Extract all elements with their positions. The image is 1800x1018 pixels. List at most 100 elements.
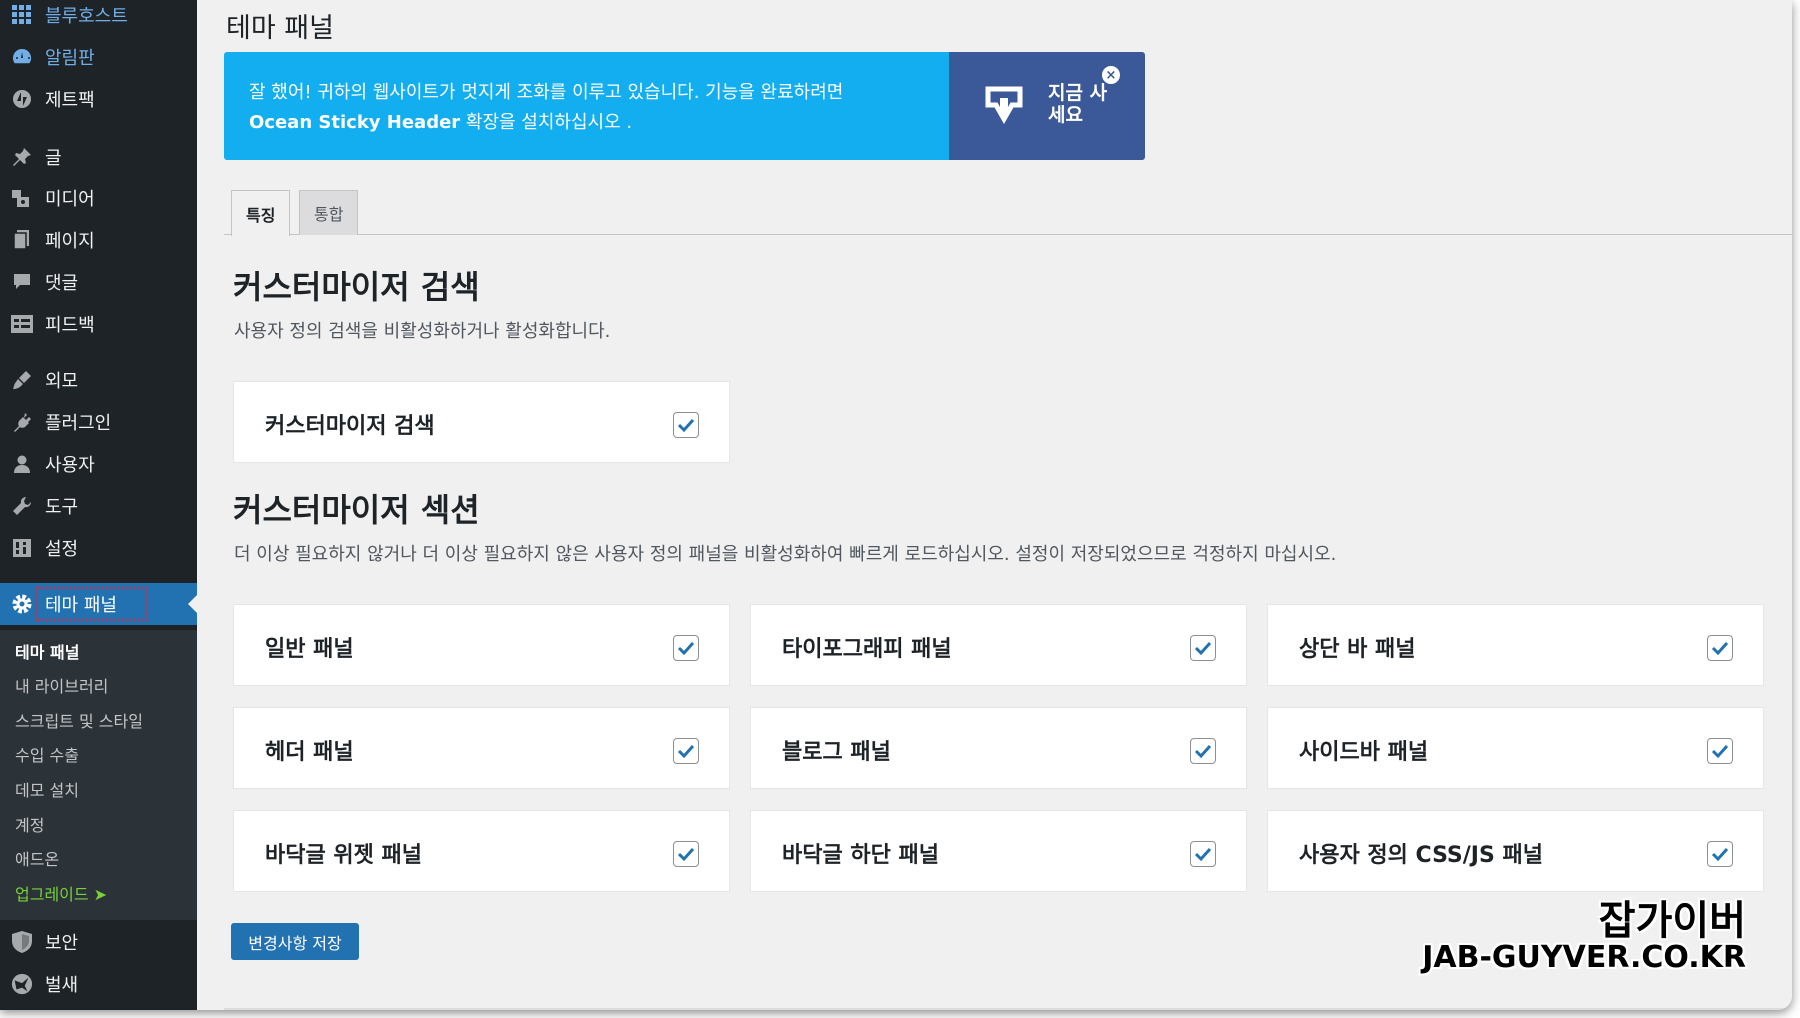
- watermark-korean: 잡가이버: [1598, 898, 1746, 944]
- sidebar-item-jetpack[interactable]: 제트팩: [0, 81, 197, 117]
- submenu-item-upgrade[interactable]: 업그레이드 ➤: [15, 881, 107, 905]
- sidebar-item-label: 페이지: [45, 231, 95, 252]
- customizer-sections-title: 커스터마이저 섹션: [233, 491, 480, 529]
- grid-icon: [11, 4, 33, 26]
- sidebar-item-plugins[interactable]: 플러그인: [0, 404, 197, 440]
- option-label: 타이포그래피 패널: [782, 637, 952, 662]
- promo-banner: 잘 했어! 귀하의 웹사이트가 멋지게 조화를 이루고 있습니다. 기능을 완료…: [224, 52, 1145, 160]
- tab-features[interactable]: 특징: [231, 190, 291, 236]
- buy-now-line2: 세요: [1048, 104, 1083, 126]
- sidebar-item-media[interactable]: 미디어: [0, 180, 197, 216]
- promo-message: 잘 했어! 귀하의 웹사이트가 멋지게 조화를 이루고 있습니다. 기능을 완료…: [224, 52, 949, 160]
- shield-icon: [11, 931, 33, 953]
- sidebar-item-label: 미디어: [45, 189, 95, 210]
- tab-bar: 특징 통합: [224, 190, 1792, 236]
- option-card-footer-widgets: 바닥글 위젯 패널: [233, 810, 730, 892]
- promo-line2-wrap: Ocean Sticky Header 확장을 설치하십시오 .: [249, 108, 924, 138]
- checkmark-icon: [1194, 847, 1212, 862]
- option-card-customizer-search: 커스터마이저 검색: [233, 381, 730, 463]
- sidebar-item-pages[interactable]: 페이지: [0, 222, 197, 258]
- close-icon[interactable]: ×: [1102, 66, 1120, 84]
- option-label: 바닥글 위젯 패널: [265, 843, 422, 868]
- sidebar-item-label: 피드백: [45, 315, 95, 336]
- promo-product[interactable]: Ocean Sticky Header: [249, 112, 460, 133]
- sidebar-item-label: 제트팩: [45, 90, 95, 111]
- sidebar-item-tools[interactable]: 도구: [0, 488, 197, 524]
- sidebar-item-settings[interactable]: 설정: [0, 530, 197, 566]
- promo-line2: 확장을 설치하십시오 .: [460, 112, 633, 133]
- gear-icon: [11, 593, 33, 615]
- save-changes-button[interactable]: 변경사항 저장: [231, 923, 359, 960]
- jetpack-icon: [11, 88, 33, 110]
- sidebar-item-feedback[interactable]: 피드백: [0, 306, 197, 342]
- sidebar-item-label: 도구: [45, 497, 79, 518]
- submenu-item-addons[interactable]: 애드온: [15, 846, 59, 870]
- sidebar-item-label: 알림판: [45, 48, 95, 69]
- checkbox-blog-panel[interactable]: [1190, 738, 1216, 764]
- option-label: 상단 바 패널: [1299, 637, 1416, 662]
- submenu-item-account[interactable]: 계정: [15, 812, 44, 836]
- submenu-item-theme-panel[interactable]: 테마 패널: [15, 639, 79, 663]
- option-label: 일반 패널: [265, 637, 354, 662]
- checkbox-sidebar-panel[interactable]: [1707, 738, 1733, 764]
- checkbox-top-bar-panel[interactable]: [1707, 635, 1733, 661]
- option-card-top-bar: 상단 바 패널: [1267, 604, 1764, 686]
- plugin-icon: [11, 411, 33, 433]
- checkbox-footer-bottom-panel[interactable]: [1190, 841, 1216, 867]
- sidebar-item-theme-panel[interactable]: 테마 패널: [0, 583, 197, 625]
- main-content: 테마 패널 잘 했어! 귀하의 웹사이트가 멋지게 조화를 이루고 있습니다. …: [197, 0, 1792, 1010]
- buy-now-line1: 지금 사: [1048, 82, 1108, 104]
- comment-icon: [11, 271, 33, 293]
- feedback-icon: [11, 313, 33, 335]
- submenu-item-import-export[interactable]: 수입 수출: [15, 742, 79, 766]
- tab-integrations[interactable]: 통합: [299, 190, 359, 235]
- checkbox-header-panel[interactable]: [673, 738, 699, 764]
- active-indicator: [188, 595, 197, 613]
- checkmark-icon: [1194, 744, 1212, 759]
- checkmark-icon: [1711, 744, 1729, 759]
- option-card-sidebar: 사이드바 패널: [1267, 707, 1764, 789]
- option-card-header: 헤더 패널: [233, 707, 730, 789]
- customizer-search-title: 커스터마이저 검색: [233, 268, 480, 306]
- option-label: 사이드바 패널: [1299, 740, 1429, 765]
- submenu-item-scripts-styles[interactable]: 스크립트 및 스타일: [15, 708, 143, 732]
- checkbox-footer-widgets-panel[interactable]: [673, 841, 699, 867]
- submenu-item-my-library[interactable]: 내 라이브러리: [15, 673, 108, 697]
- checkmark-icon: [677, 744, 695, 759]
- checkbox-customizer-search[interactable]: [673, 412, 699, 438]
- sidebar-item-posts[interactable]: 글: [0, 139, 197, 175]
- content-bottom-divider: [224, 1008, 1792, 1010]
- page-title: 테마 패널: [226, 13, 334, 44]
- checkmark-icon: [677, 641, 695, 656]
- download-icon: [985, 86, 1023, 126]
- brush-icon: [11, 369, 33, 391]
- sidebar-item-bluehost[interactable]: 블루호스트: [0, 0, 197, 33]
- theme-panel-submenu: 테마 패널 내 라이브러리 스크립트 및 스타일 수입 수출 데모 설치 계정 …: [0, 630, 197, 920]
- sidebar-item-appearance[interactable]: 외모: [0, 362, 197, 398]
- checkmark-icon: [677, 418, 695, 433]
- sidebar-item-users[interactable]: 사용자: [0, 446, 197, 482]
- sidebar-item-security[interactable]: 보안: [0, 924, 197, 960]
- buy-now-label: 지금 사 세요: [1048, 82, 1128, 126]
- sidebar-item-hummingbird[interactable]: 벌새: [0, 966, 197, 1002]
- option-card-typography: 타이포그래피 패널: [750, 604, 1247, 686]
- sidebar-item-comments[interactable]: 댓글: [0, 264, 197, 300]
- sidebar-item-dashboard[interactable]: 알림판: [0, 39, 197, 75]
- option-card-blog: 블로그 패널: [750, 707, 1247, 789]
- hummingbird-icon: [11, 973, 33, 995]
- checkmark-icon: [677, 847, 695, 862]
- checkbox-general-panel[interactable]: [673, 635, 699, 661]
- submenu-item-install-demos[interactable]: 데모 설치: [15, 777, 79, 801]
- option-label: 사용자 정의 CSS/JS 패널: [1299, 843, 1543, 868]
- user-icon: [11, 453, 33, 475]
- sidebar-item-label: 블루호스트: [45, 6, 128, 27]
- checkbox-typography-panel[interactable]: [1190, 635, 1216, 661]
- checkbox-custom-css-js-panel[interactable]: [1707, 841, 1733, 867]
- admin-window: 블루호스트 알림판 제트팩 글 미디어 페이지 댓글 피드백 외모 플러그인 사…: [0, 0, 1792, 1010]
- sidebar-item-label: 플러그인: [45, 413, 112, 434]
- admin-sidebar: 블루호스트 알림판 제트팩 글 미디어 페이지 댓글 피드백 외모 플러그인 사…: [0, 0, 197, 1010]
- settings-icon: [11, 537, 33, 559]
- screenshot-frame: 블루호스트 알림판 제트팩 글 미디어 페이지 댓글 피드백 외모 플러그인 사…: [0, 0, 1800, 1018]
- wrench-icon: [11, 495, 33, 517]
- sidebar-item-label: 댓글: [45, 273, 79, 294]
